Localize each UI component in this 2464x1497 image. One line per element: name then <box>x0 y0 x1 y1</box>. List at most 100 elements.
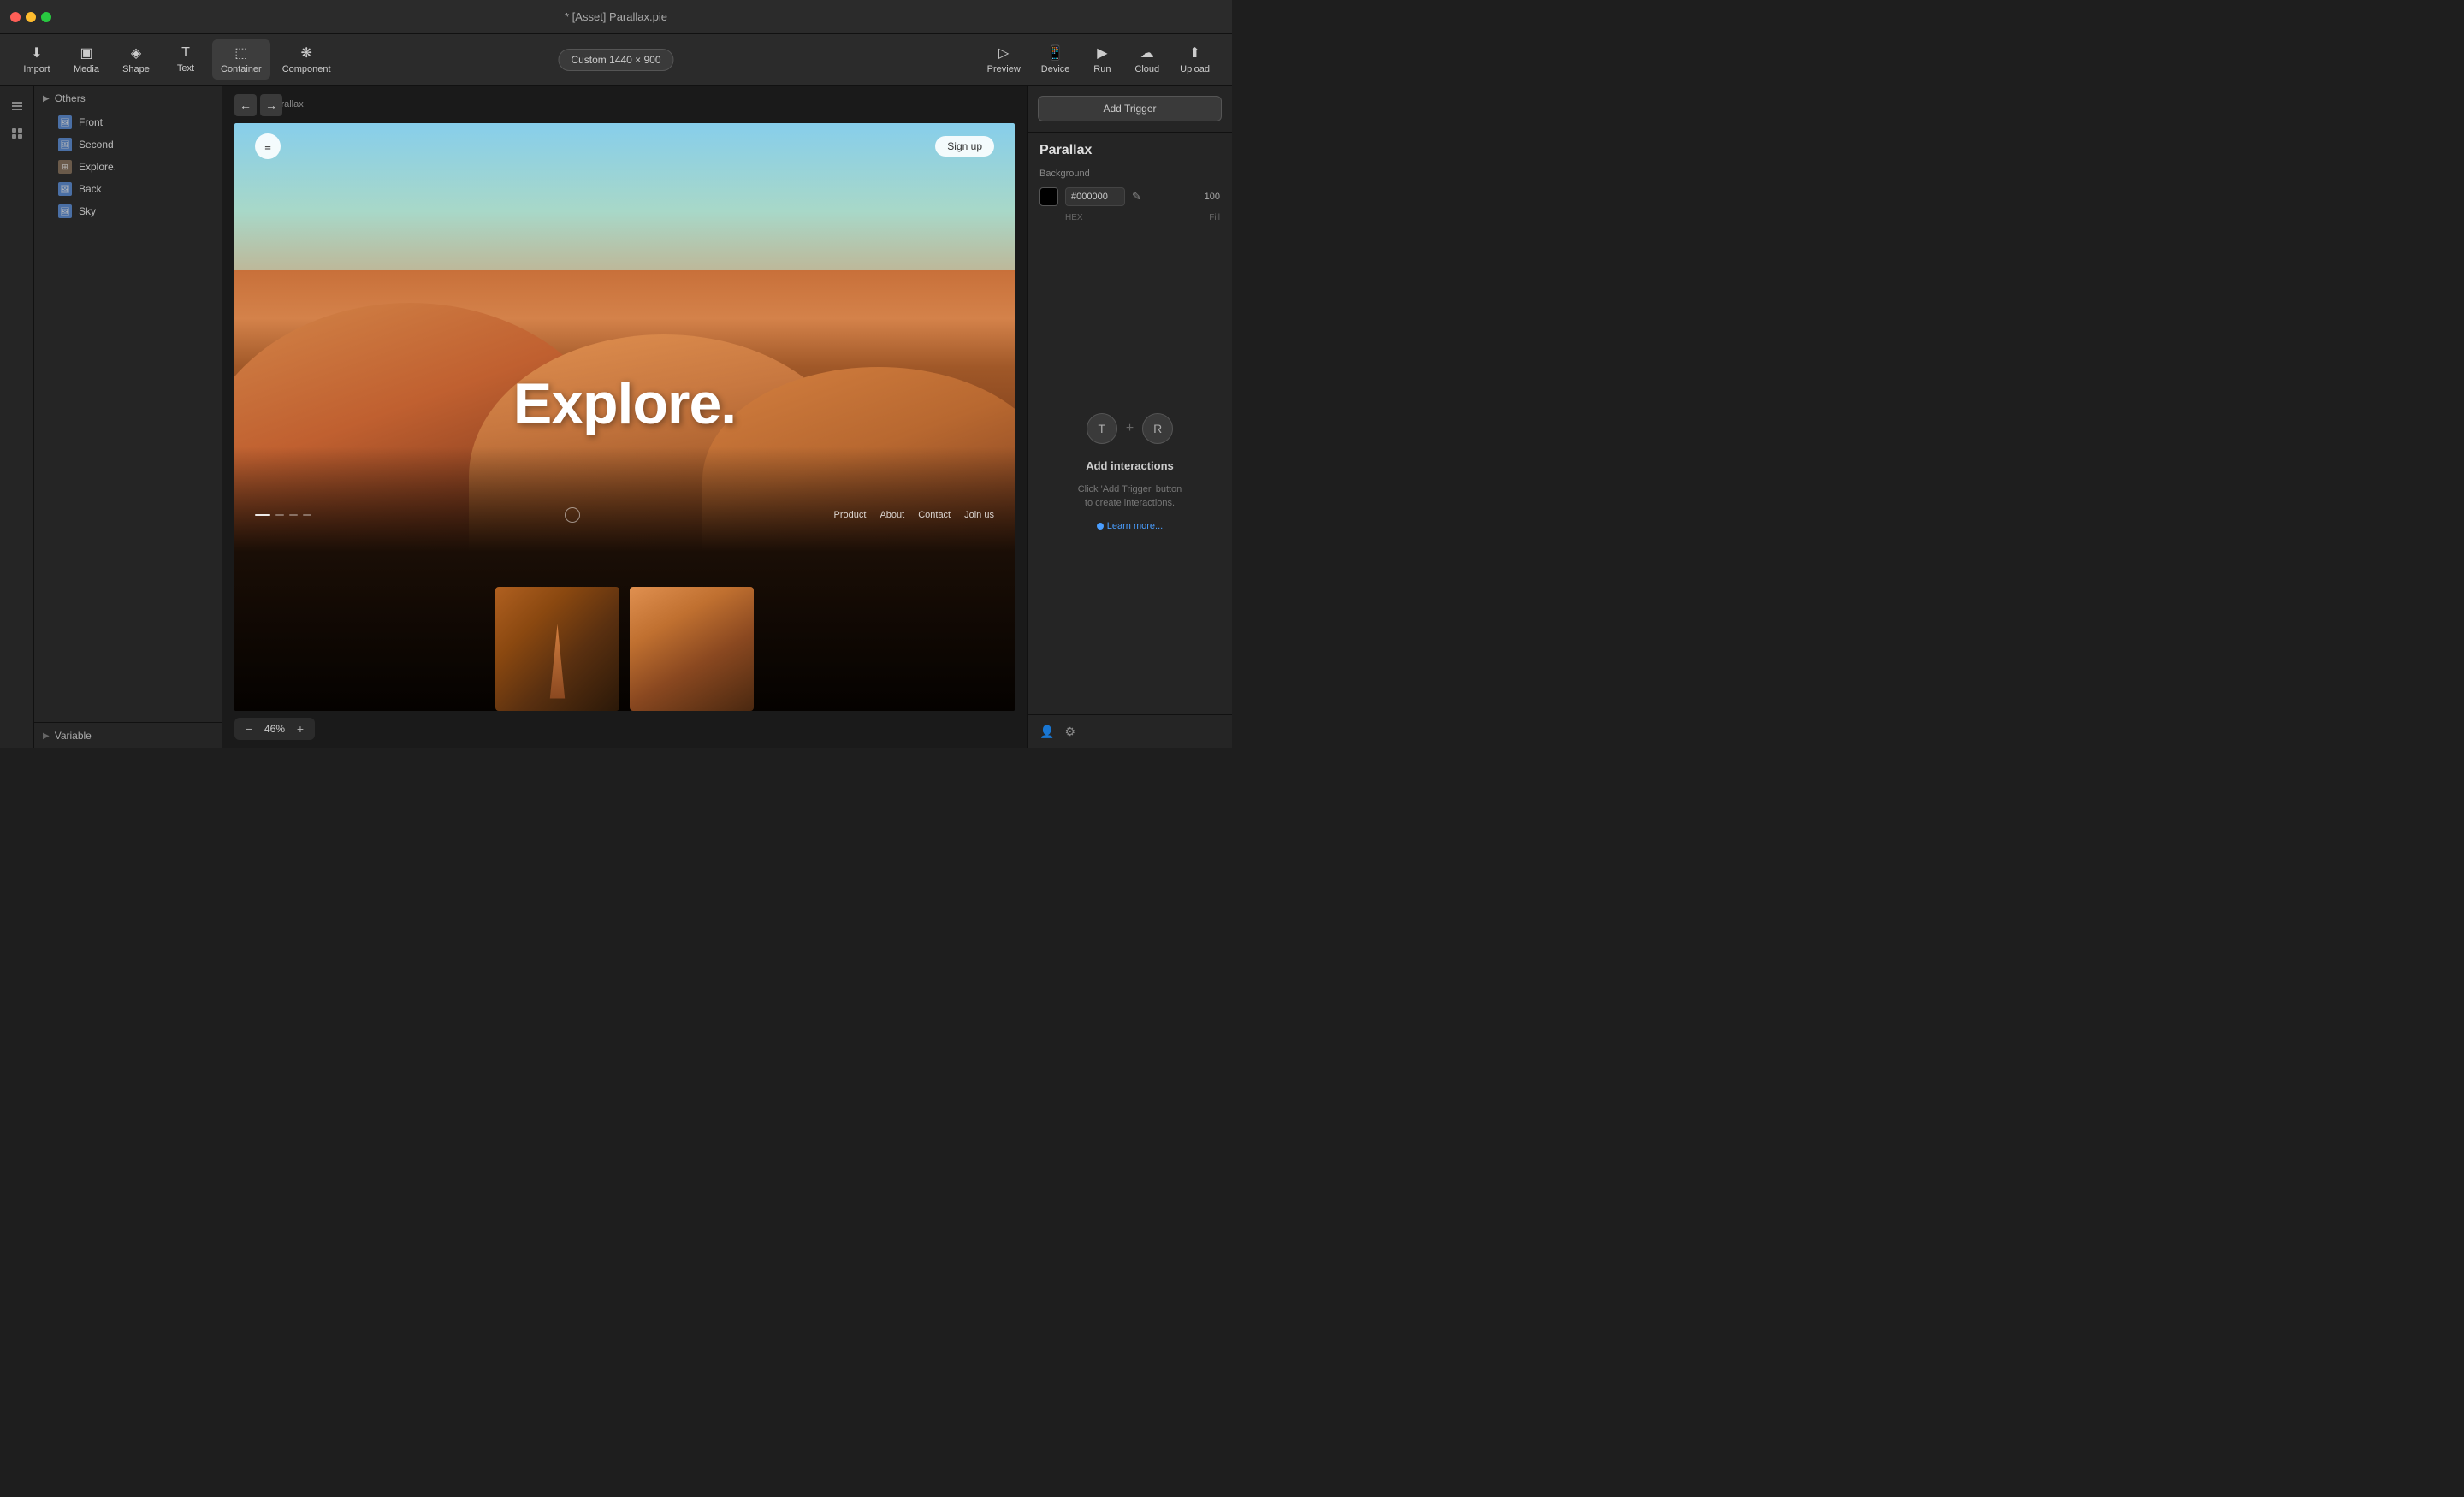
desert-image-2 <box>630 587 754 711</box>
variable-arrow-icon: ▶ <box>43 731 50 741</box>
shape-icon: ◈ <box>131 44 141 62</box>
layer-name-back: Back <box>79 183 102 195</box>
add-trigger-button[interactable]: Add Trigger <box>1038 96 1222 121</box>
container-label: Container <box>221 64 262 74</box>
shape-button[interactable]: ◈ Shape <box>113 39 159 80</box>
interactions-area: T + R Add interactions Click 'Add Trigge… <box>1028 229 1232 714</box>
scene-circle-indicator <box>565 507 580 523</box>
text-label: Text <box>177 63 194 74</box>
canvas-forward-button[interactable]: → <box>260 94 282 116</box>
component-label: Component <box>282 64 331 74</box>
traffic-lights <box>10 12 51 22</box>
user-icon-button[interactable]: 👤 <box>1040 725 1054 739</box>
upload-button[interactable]: ⬆ Upload <box>1171 39 1218 80</box>
shape-label: Shape <box>122 64 150 74</box>
layer-item-back[interactable]: 🖼 Back <box>38 178 218 200</box>
layer-name-second: Second <box>79 139 114 151</box>
device-button[interactable]: 📱 Device <box>1033 39 1079 80</box>
interaction-icons: T + R <box>1087 413 1173 444</box>
background-section-label: Background <box>1028 162 1232 182</box>
device-label: Device <box>1041 64 1070 74</box>
dot-4 <box>303 514 311 516</box>
group-arrow-icon: ▶ <box>43 94 50 104</box>
right-panel: Add Trigger Parallax Background ✎ 100 HE… <box>1027 86 1232 748</box>
run-label: Run <box>1093 64 1111 74</box>
preview-label: Preview <box>987 64 1021 74</box>
dot-3 <box>289 514 298 516</box>
design-frame[interactable]: ≡ Sign up Explore. Produc <box>234 123 1015 711</box>
canvas-area: ← → Parallax ≡ <box>222 86 1027 748</box>
run-button[interactable]: ▶ Run <box>1081 39 1122 80</box>
response-r-icon: R <box>1142 413 1173 444</box>
cloud-button[interactable]: ☁ Cloud <box>1126 39 1168 80</box>
trigger-t-icon: T <box>1087 413 1117 444</box>
text-button[interactable]: T Text <box>163 40 209 79</box>
variable-row[interactable]: ▶ Variable <box>43 730 213 742</box>
explore-title: Explore. <box>513 370 736 437</box>
preview-button[interactable]: ▷ Preview <box>979 39 1029 80</box>
toolbar: ⬇ Import ▣ Media ◈ Shape T Text ⬚ Contai… <box>0 34 1232 86</box>
component-button[interactable]: ❋ Component <box>274 39 340 80</box>
maximize-button[interactable] <box>41 12 51 22</box>
right-panel-top: Add Trigger <box>1028 86 1232 133</box>
close-button[interactable] <box>10 12 21 22</box>
layers-panel: ▶ Others 🖼 Front 🖼 Second ⊞ Explore. 🖼 B… <box>34 86 222 748</box>
background-color-row: ✎ 100 <box>1028 182 1232 211</box>
fill-value: 100 <box>1205 192 1220 202</box>
toolbar-right-group: ▷ Preview 📱 Device ▶ Run ☁ Cloud ⬆ Uploa… <box>979 39 1218 80</box>
scene-bottom-images <box>495 587 754 711</box>
hamburger-menu-button[interactable]: ≡ <box>255 133 281 159</box>
layers-group-header[interactable]: ▶ Others <box>34 86 222 111</box>
settings-icon-button[interactable]: ⚙ <box>1064 725 1075 739</box>
canvas-size-container: Custom 1440 × 900 <box>558 49 673 71</box>
interactions-desc-line1: Click 'Add Trigger' button <box>1078 484 1182 494</box>
layer-name-front: Front <box>79 116 103 128</box>
eyedropper-icon[interactable]: ✎ <box>1132 190 1141 204</box>
component-icon: ❋ <box>300 44 311 62</box>
nav-link-product[interactable]: Product <box>834 510 867 520</box>
layer-name-sky: Sky <box>79 205 96 217</box>
nav-link-join[interactable]: Join us <box>964 510 994 520</box>
cloud-label: Cloud <box>1134 64 1159 74</box>
layers-bottom: ▶ Variable <box>34 722 222 748</box>
layers-panel-toggle[interactable] <box>5 94 29 118</box>
canvas-size-button[interactable]: Custom 1440 × 900 <box>558 49 673 71</box>
learn-more-link[interactable]: Learn more... <box>1097 521 1163 531</box>
r-label: R <box>1153 422 1162 435</box>
layer-name-explore: Explore. <box>79 161 116 173</box>
menu-icon: ≡ <box>264 140 271 153</box>
container-button[interactable]: ⬚ Container <box>212 39 270 80</box>
zoom-in-button[interactable]: + <box>293 721 308 737</box>
cloud-icon: ☁ <box>1140 44 1154 62</box>
upload-label: Upload <box>1180 64 1210 74</box>
media-label: Media <box>74 64 99 74</box>
layer-item-sky[interactable]: 🖼 Sky <box>38 200 218 222</box>
container-icon: ⬚ <box>234 44 247 62</box>
assets-icon <box>11 127 23 139</box>
background-color-swatch[interactable] <box>1040 187 1058 206</box>
layers-group-label: Others <box>55 92 86 104</box>
signup-button[interactable]: Sign up <box>935 136 994 157</box>
interactions-title: Add interactions <box>1086 459 1174 472</box>
preview-icon: ▷ <box>998 44 1009 62</box>
import-button[interactable]: ⬇ Import <box>14 39 60 80</box>
dot-2 <box>275 514 284 516</box>
minimize-button[interactable] <box>26 12 36 22</box>
media-button[interactable]: ▣ Media <box>63 39 110 80</box>
nav-dots <box>255 514 311 516</box>
desert-image-1 <box>495 587 619 711</box>
bg-labels-row: HEX Fill <box>1028 211 1232 229</box>
hex-input[interactable] <box>1065 187 1125 206</box>
canvas-back-button[interactable]: ← <box>234 94 257 116</box>
layer-item-front[interactable]: 🖼 Front <box>38 111 218 133</box>
media-icon: ▣ <box>80 44 92 62</box>
layer-img-icon: 🖼 <box>58 115 72 129</box>
nav-link-about[interactable]: About <box>880 510 904 520</box>
zoom-out-button[interactable]: − <box>241 721 257 737</box>
scene-navbar: ≡ Sign up <box>234 123 1015 169</box>
assets-panel-toggle[interactable] <box>5 121 29 145</box>
nav-link-contact[interactable]: Contact <box>918 510 951 520</box>
layer-item-second[interactable]: 🖼 Second <box>38 133 218 156</box>
layer-item-explore[interactable]: ⊞ Explore. <box>38 156 218 178</box>
variable-label: Variable <box>55 730 92 742</box>
